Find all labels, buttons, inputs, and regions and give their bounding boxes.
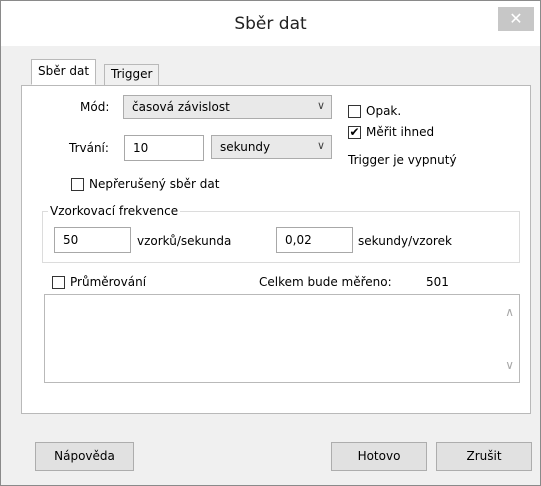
averaging-checkbox[interactable] [52, 276, 65, 289]
scroll-up-icon[interactable]: ∧ [505, 305, 514, 319]
mode-select[interactable]: časová závislost ∨ [123, 95, 332, 119]
sampling-period-input[interactable]: 0,02 [276, 227, 353, 253]
duration-input[interactable]: 10 [124, 135, 204, 161]
duration-unit-value: sekundy [220, 140, 271, 154]
sampling-rate-unit: vzorků/sekunda [137, 234, 232, 248]
title-bar: Sběr dat ✕ [1, 1, 540, 46]
sampling-period-value: 0,02 [285, 233, 312, 247]
sampling-rate-value: 50 [63, 233, 79, 247]
total-label: Celkem bude měřeno: [259, 275, 392, 289]
scroll-down-icon[interactable]: ∨ [505, 358, 514, 372]
duration-value: 10 [133, 141, 149, 155]
averaging-text-area[interactable]: ∧ ∨ [44, 294, 520, 383]
averaging-label: Průměrování [70, 275, 147, 289]
dialog-window: Sběr dat ✕ Trigger Sběr dat Mód: časová … [0, 0, 541, 486]
window-title: Sběr dat [234, 14, 307, 34]
tab-trigger[interactable]: Trigger [104, 64, 160, 85]
help-button[interactable]: Nápověda [35, 442, 134, 471]
chevron-down-icon: ∨ [316, 99, 325, 112]
mode-value: časová závislost [132, 100, 230, 114]
done-button[interactable]: Hotovo [331, 442, 427, 471]
measure-now-label: Měřit ihned [366, 125, 435, 139]
close-icon: ✕ [509, 9, 523, 28]
sampling-rate-input[interactable]: 50 [54, 227, 131, 253]
tab-sber-dat[interactable]: Sběr dat [31, 59, 97, 85]
continuous-checkbox[interactable] [71, 178, 84, 191]
sampling-group-label: Vzorkovací frekvence [48, 204, 181, 218]
continuous-label: Nepřerušený sběr dat [89, 177, 220, 191]
duration-unit-select[interactable]: sekundy ∨ [211, 135, 332, 159]
repeat-label: Opak. [366, 104, 402, 118]
mode-label: Mód: [80, 100, 110, 114]
repeat-checkbox[interactable] [348, 105, 361, 118]
duration-label: Trvání: [69, 141, 109, 155]
trigger-status: Trigger je vypnutý [348, 153, 457, 167]
close-button[interactable]: ✕ [498, 7, 534, 31]
chevron-down-icon: ∨ [316, 139, 325, 152]
cancel-button[interactable]: Zrušit [436, 442, 532, 471]
measure-now-checkbox[interactable]: ✔ [348, 126, 361, 139]
sampling-period-unit: sekundy/vzorek [358, 234, 452, 248]
total-value: 501 [426, 275, 449, 289]
